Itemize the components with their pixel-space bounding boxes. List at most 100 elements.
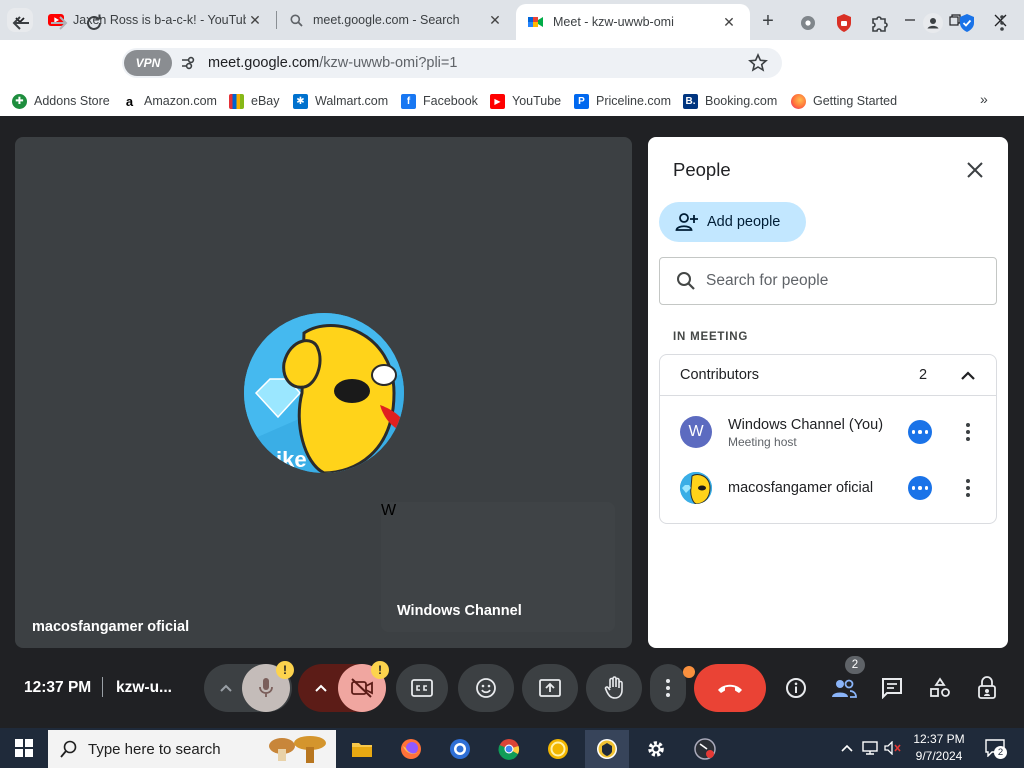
bookmark-label: YouTube (512, 94, 562, 108)
bookmark-label: Facebook (423, 94, 478, 108)
search-icon (60, 740, 77, 758)
add-people-label: Add people (707, 214, 781, 230)
extension-gear-icon[interactable] (794, 9, 822, 37)
google-meet-icon (528, 14, 544, 30)
bookmark-star-icon[interactable] (744, 49, 772, 77)
search-people-input[interactable]: Search for people (659, 257, 997, 305)
extensions-puzzle-icon[interactable] (866, 9, 894, 37)
raise-hand-button[interactable] (586, 664, 642, 712)
meeting-info-icon[interactable] (780, 672, 812, 704)
bookmark-facebook[interactable]: f Facebook (401, 91, 478, 111)
bookmarks-overflow-button[interactable]: » (980, 91, 988, 107)
firefox-icon (791, 93, 806, 109)
participant-menu-icon[interactable] (958, 420, 978, 444)
notification-count: 2 (994, 746, 1007, 759)
participant-avatar: W (680, 416, 712, 448)
adblock-shield-icon[interactable] (830, 9, 858, 37)
end-call-icon (718, 684, 742, 693)
bookmark-label: Getting Started (813, 94, 898, 108)
vpn-badge[interactable]: VPN (124, 50, 172, 76)
bookmark-label: Priceline.com (596, 94, 672, 108)
brave-taskbar-icon[interactable] (585, 730, 629, 768)
audio-options-chevron-icon[interactable] (210, 672, 242, 704)
reload-icon[interactable] (80, 9, 108, 37)
meeting-code[interactable]: kzw-u... (116, 679, 172, 697)
add-people-button[interactable]: Add people (659, 202, 806, 242)
participant-avatar-large: ike (244, 313, 404, 473)
captions-button[interactable] (396, 664, 448, 712)
notifications-icon[interactable]: 2 (984, 738, 1007, 759)
chevron-up-icon[interactable] (957, 365, 979, 387)
video-options-chevron-icon[interactable] (305, 672, 337, 704)
clock-date: 9/7/2024 (915, 749, 963, 763)
coin-app-icon[interactable] (536, 730, 580, 768)
tab-search-results[interactable]: meet.google.com - Search ✕ (276, 0, 516, 40)
bookmark-booking[interactable]: B. Booking.com (683, 91, 777, 111)
participant-more-options-icon[interactable] (908, 420, 932, 444)
bookmark-amazon[interactable]: a Amazon.com (122, 91, 217, 111)
firefox-taskbar-icon[interactable] (389, 730, 433, 768)
taskbar-search-input[interactable]: Type here to search (48, 730, 336, 768)
emoji-icon (476, 678, 496, 698)
bookmark-youtube[interactable]: ▶ YouTube (490, 91, 561, 111)
chat-icon[interactable] (876, 672, 908, 704)
forward-icon[interactable] (45, 9, 73, 37)
network-icon[interactable] (861, 738, 879, 758)
people-count-badge: 2 (845, 656, 865, 674)
windows-start-icon[interactable] (0, 728, 48, 768)
host-controls-icon[interactable] (972, 672, 1004, 704)
present-screen-button[interactable] (522, 664, 578, 712)
close-icon[interactable]: ✕ (246, 11, 264, 29)
volume-muted-icon[interactable] (884, 738, 902, 758)
participant-avatar (680, 472, 712, 504)
new-tab-button[interactable]: + (757, 10, 779, 32)
taskbar-search-placeholder: Type here to search (88, 740, 221, 758)
main-tile-name: macosfangamer oficial (32, 619, 190, 635)
system-clock[interactable]: 12:37 PM 9/7/2024 (908, 731, 970, 765)
camera-off-icon (351, 678, 373, 698)
close-icon[interactable]: ✕ (720, 13, 738, 31)
close-icon[interactable]: ✕ (486, 11, 504, 29)
browser-taskbar-icon[interactable] (438, 730, 482, 768)
ebay-icon (229, 93, 244, 109)
tab-meet[interactable]: Meet - kzw-uwwb-omi ✕ (516, 4, 750, 40)
participant-more-options-icon[interactable] (908, 476, 932, 500)
security-shield-icon[interactable] (953, 9, 981, 37)
notification-dot (683, 666, 695, 678)
activities-icon[interactable] (924, 672, 956, 704)
people-icon[interactable] (828, 672, 860, 704)
file-explorer-icon[interactable] (340, 730, 384, 768)
divider (102, 677, 103, 697)
more-options-button[interactable] (650, 664, 686, 712)
bookmark-addons-store[interactable]: ✚ Addons Store (12, 91, 110, 111)
facebook-icon: f (401, 93, 416, 109)
bookmark-walmart[interactable]: ✱ Walmart.com (293, 91, 388, 111)
panel-title: People (673, 159, 731, 180)
addons-store-icon: ✚ (12, 93, 27, 109)
chrome-taskbar-icon[interactable] (487, 730, 531, 768)
profile-avatar-icon[interactable] (919, 9, 947, 37)
tab-title: Meet - kzw-uwwb-omi (553, 15, 674, 29)
camera-warning-badge: ! (371, 661, 389, 679)
reactions-button[interactable] (458, 664, 514, 712)
url-path: /kzw-uwwb-omi?pli=1 (319, 55, 458, 71)
search-highlight-icon (269, 736, 326, 763)
tray-expand-chevron-icon[interactable] (838, 738, 856, 758)
browser-menu-icon[interactable] (988, 9, 1016, 37)
participant-role: Meeting host (728, 435, 797, 449)
clock-time: 12:37 PM (913, 732, 965, 746)
meeting-time: 12:37 PM (24, 679, 92, 696)
close-icon[interactable] (962, 157, 988, 183)
leave-call-button[interactable] (694, 664, 766, 712)
mic-warning-badge: ! (276, 661, 294, 679)
site-settings-icon[interactable] (174, 49, 202, 77)
bookmark-ebay[interactable]: eBay (229, 91, 280, 111)
settings-gear-icon[interactable] (634, 730, 678, 768)
bookmark-priceline[interactable]: P Priceline.com (574, 91, 671, 111)
url-text[interactable]: meet.google.com/kzw-uwwb-omi?pli=1 (208, 55, 457, 71)
recorder-app-icon[interactable] (683, 730, 727, 768)
priceline-icon: P (574, 93, 589, 109)
back-icon[interactable] (7, 9, 35, 37)
participant-menu-icon[interactable] (958, 476, 978, 500)
bookmark-getting-started[interactable]: Getting Started (791, 91, 897, 111)
